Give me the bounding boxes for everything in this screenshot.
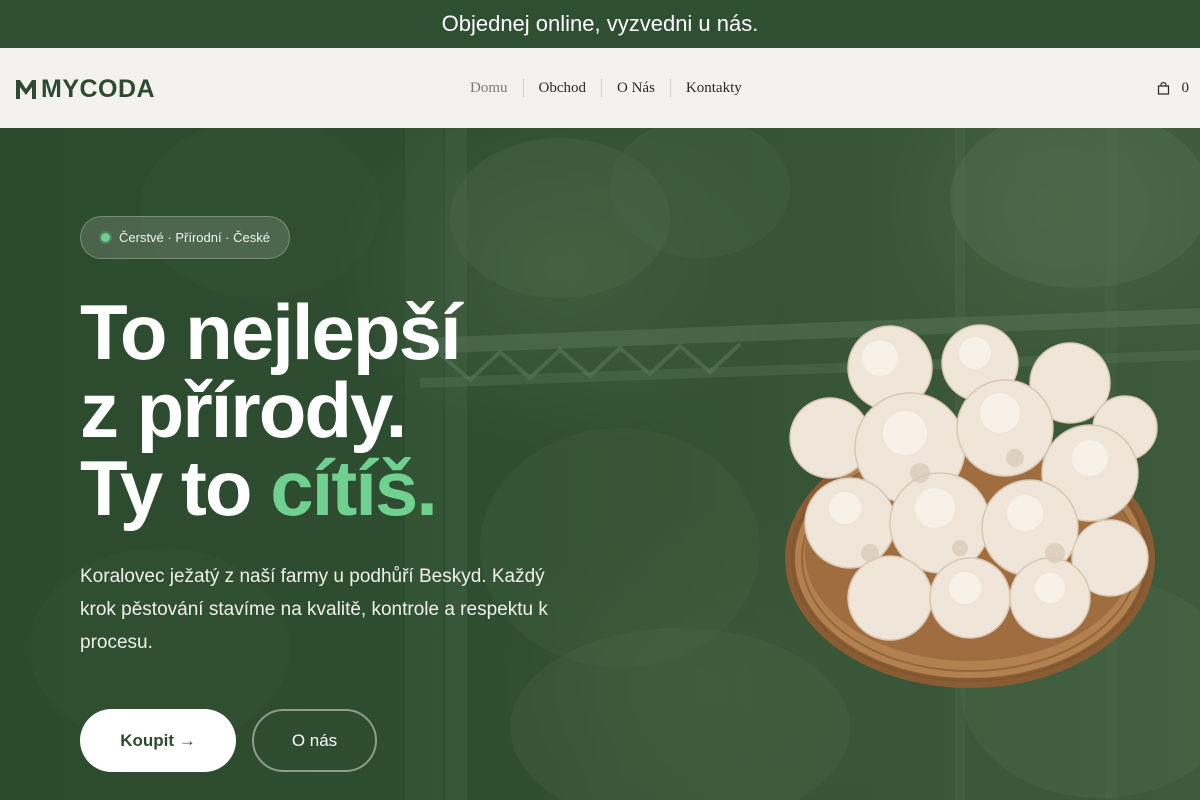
- badge-text: Čerstvé · Přírodní · České: [119, 230, 270, 245]
- cart-count: 0: [1181, 79, 1190, 96]
- shopping-bag-icon: [1157, 81, 1169, 95]
- headline-line-3-prefix: Ty to: [80, 444, 253, 532]
- site-header: MYCODA Domu Obchod O Nás Kontakty 0: [0, 48, 1200, 128]
- hero-badge: Čerstvé · Přírodní · České: [80, 216, 290, 259]
- mushroom-basket-image: [785, 324, 1158, 688]
- hero-section: Čerstvé · Přírodní · České To nejlepší z…: [0, 128, 1200, 800]
- headline-line-1: To nejlepší: [80, 288, 462, 376]
- announcement-bar: Objednej online, vyzvedni u nás.: [0, 0, 1200, 48]
- main-nav: Domu Obchod O Nás Kontakty: [455, 78, 757, 98]
- logo-mark-icon: [16, 80, 36, 99]
- logo[interactable]: MYCODA: [15, 74, 155, 104]
- nav-item-domu[interactable]: Domu: [455, 79, 523, 97]
- nav-item-obchod[interactable]: Obchod: [524, 79, 602, 97]
- about-button[interactable]: O nás: [252, 709, 377, 772]
- nav-item-kontakty[interactable]: Kontakty: [671, 79, 757, 97]
- headline-accent: cítíš.: [270, 444, 438, 532]
- headline-line-2: z přírody.: [80, 366, 407, 454]
- hero-description: Koralovec ježatý z naší farmy u podhůří …: [80, 566, 548, 653]
- logo-text: MYCODA: [41, 74, 156, 103]
- announcement-text: Objednej online, vyzvedni u nás.: [441, 11, 759, 36]
- cart-button[interactable]: 0: [1157, 78, 1190, 98]
- hero-headline: To nejlepší z přírody. Ty to cítíš.: [80, 293, 700, 527]
- nav-item-o-nas[interactable]: O Nás: [602, 79, 670, 97]
- status-dot-icon: [101, 233, 110, 242]
- buy-button[interactable]: Koupit →: [80, 709, 236, 772]
